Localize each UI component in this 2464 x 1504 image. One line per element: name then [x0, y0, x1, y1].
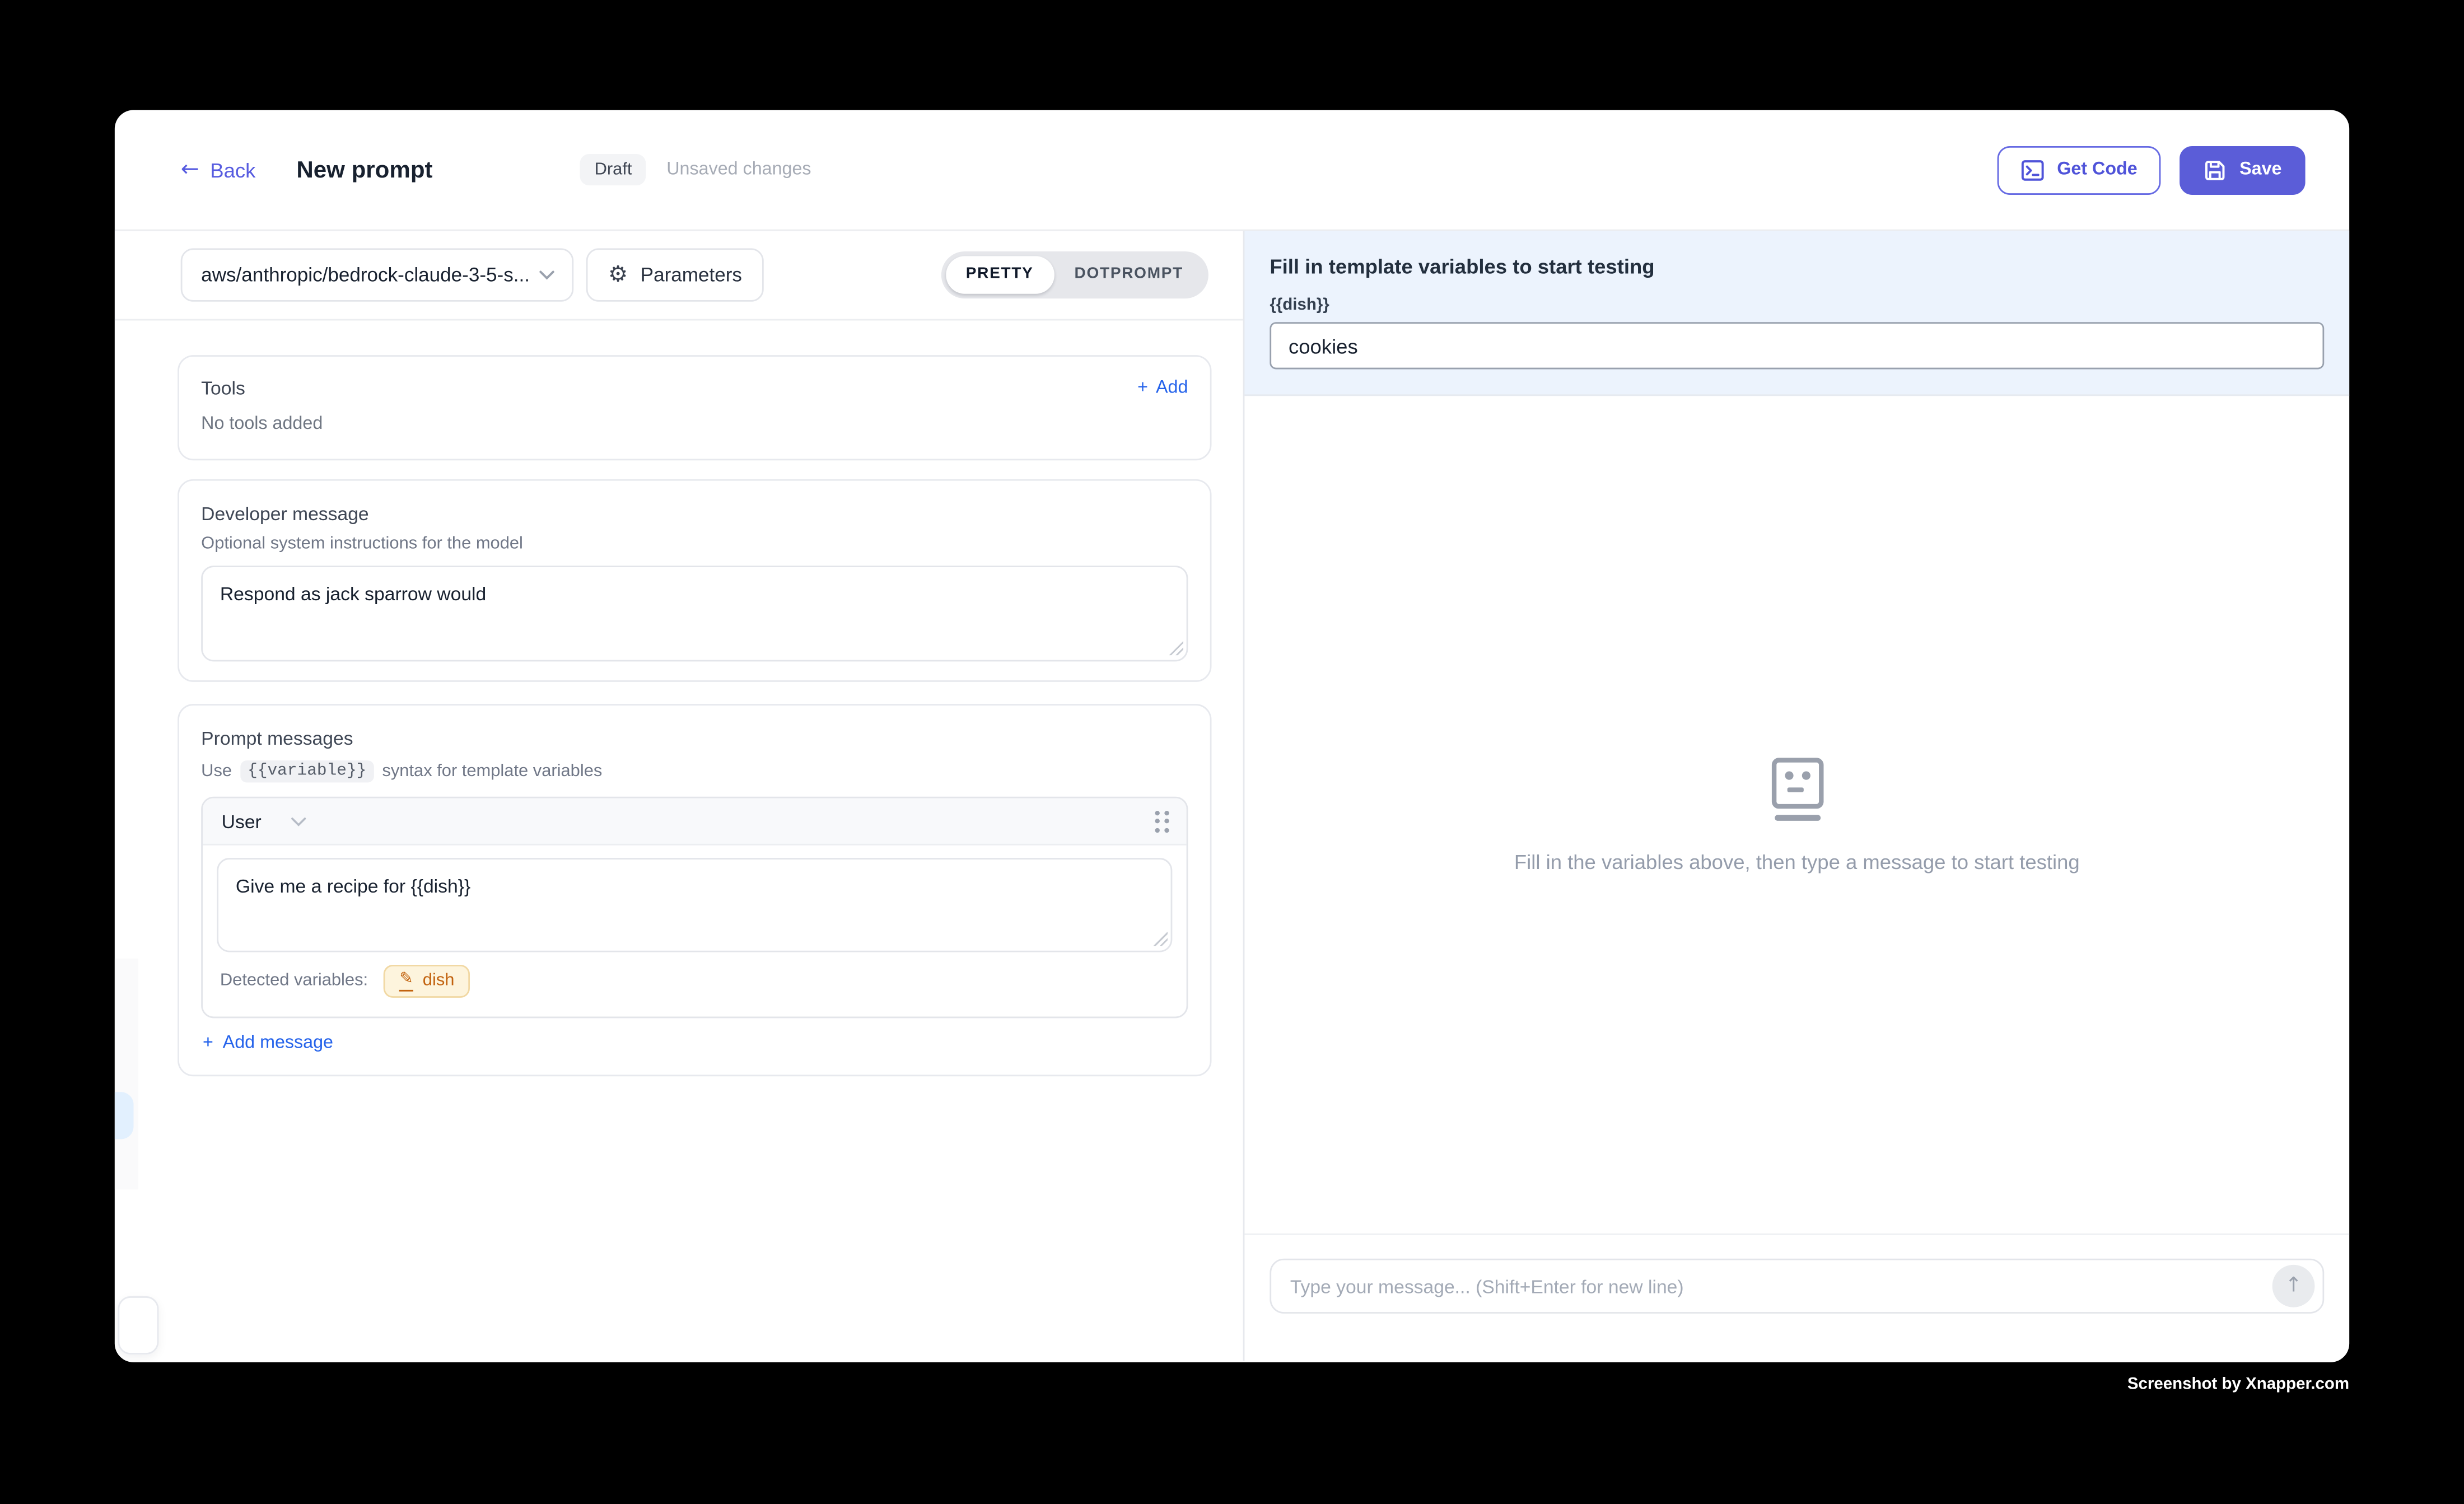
robot-face-icon [1770, 756, 1823, 823]
save-icon [2204, 158, 2227, 181]
composer: ↑ [1244, 1234, 2349, 1361]
add-tool-button[interactable]: + Add [1137, 379, 1188, 398]
template-syntax-hint: Use {{variable}} syntax for template var… [201, 760, 1188, 782]
tools-card: Tools + Add No tools added [178, 355, 1211, 460]
hint-suffix: syntax for template variables [382, 762, 602, 781]
get-code-button[interactable]: Get Code [1998, 146, 2161, 194]
status-badge: Draft [580, 154, 646, 185]
watermark: Screenshot by Xnapper.com [0, 1375, 2349, 1394]
prompt-messages-card: Prompt messages Use {{variable}} syntax … [178, 704, 1211, 1076]
developer-message-title: Developer message [201, 503, 1188, 525]
save-label: Save [2239, 160, 2281, 179]
resize-handle-icon[interactable] [1154, 932, 1168, 946]
variable-syntax-chip: {{variable}} [240, 760, 374, 782]
developer-message-wrapper: Respond as jack sparrow would [201, 566, 1188, 661]
unsaved-changes-label: Unsaved changes [666, 160, 811, 179]
message-header: User [203, 798, 1187, 846]
toggle-dotprompt[interactable]: DOTPROMPT [1054, 256, 1203, 293]
message-body: Give me a recipe for {{dish}} Detected v… [203, 846, 1187, 1016]
test-panel-title: Fill in template variables to start test… [1270, 255, 2324, 278]
detected-variables-label: Detected variables: [220, 971, 368, 991]
back-arrow-icon: ← [181, 157, 199, 183]
tools-card-header: Tools + Add [201, 377, 1188, 399]
detected-variables-row: Detected variables: ✎ dish [220, 965, 1169, 997]
drag-handle-icon[interactable] [1155, 810, 1169, 832]
developer-message-card: Developer message Optional system instru… [178, 479, 1211, 682]
message-textarea[interactable]: Give me a recipe for {{dish}} [217, 858, 1172, 952]
app-window: ← Back New prompt Draft Unsaved changes … [115, 110, 2349, 1362]
message-role-select[interactable]: User [222, 810, 262, 832]
message-block: User Give me a recipe for {{dish}} [201, 797, 1188, 1017]
parameters-button[interactable]: ⚙ Parameters [586, 248, 764, 301]
variable-chip-dish[interactable]: ✎ dish [384, 965, 470, 997]
sidebar-selected-item[interactable] [115, 1092, 134, 1139]
model-select-value: aws/anthropic/bedrock-claude-3-5-s... [201, 264, 539, 286]
add-tool-label: Add [1156, 379, 1188, 398]
back-button[interactable]: ← Back [181, 157, 256, 183]
save-button[interactable]: Save [2180, 146, 2305, 194]
model-select[interactable]: aws/anthropic/bedrock-claude-3-5-s... [181, 248, 574, 301]
add-message-label: Add message [223, 1033, 333, 1052]
prompt-editor-pane: aws/anthropic/bedrock-claude-3-5-s... ⚙ … [115, 231, 1245, 1361]
get-code-label: Get Code [2057, 160, 2137, 179]
add-message-button[interactable]: + Add message [203, 1033, 1188, 1052]
back-label: Back [210, 158, 255, 181]
editor-content: Tools + Add No tools added Developer mes… [115, 320, 1243, 1075]
gear-icon: ⚙ [608, 263, 628, 288]
editor-toolbar: aws/anthropic/bedrock-claude-3-5-s... ⚙ … [115, 231, 1243, 320]
screenshot-canvas: ← Back New prompt Draft Unsaved changes … [0, 0, 2464, 1503]
plus-icon: + [1137, 379, 1148, 398]
empty-state-text: Fill in the variables above, then type a… [1514, 849, 2080, 873]
chevron-down-icon[interactable] [291, 816, 307, 826]
toggle-pretty[interactable]: PRETTY [945, 256, 1054, 293]
header-actions: Get Code Save [1998, 146, 2306, 194]
edit-icon: ✎ [399, 971, 413, 991]
chevron-down-icon [539, 270, 554, 280]
prompt-messages-title: Prompt messages [201, 727, 1188, 749]
developer-message-textarea[interactable]: Respond as jack sparrow would [201, 566, 1188, 661]
variable-value-input[interactable] [1270, 322, 2324, 369]
page-title: New prompt [296, 156, 432, 183]
body: aws/anthropic/bedrock-claude-3-5-s... ⚙ … [115, 231, 2349, 1361]
tools-title: Tools [201, 377, 245, 399]
arrow-up-icon: ↑ [2285, 1274, 2302, 1298]
plus-icon: + [203, 1033, 213, 1052]
composer-box: ↑ [1270, 1259, 2324, 1314]
terminal-icon [2021, 158, 2045, 181]
test-pane: Fill in template variables to start test… [1244, 231, 2349, 1361]
message-textarea-wrapper: Give me a recipe for {{dish}} [217, 858, 1172, 952]
header: ← Back New prompt Draft Unsaved changes … [115, 110, 2349, 231]
resize-handle-icon[interactable] [1169, 641, 1183, 655]
tools-empty-text: No tools added [201, 415, 1188, 434]
variable-chip-label: dish [423, 971, 455, 991]
variable-name-label: {{dish}} [1270, 296, 2324, 315]
sidebar-sliver [115, 959, 138, 1189]
view-mode-toggle: PRETTY DOTPROMPT [941, 251, 1208, 298]
test-variables-header: Fill in template variables to start test… [1244, 231, 2349, 396]
chat-message-input[interactable] [1290, 1275, 2272, 1297]
send-button[interactable]: ↑ [2272, 1265, 2315, 1307]
developer-message-subtitle: Optional system instructions for the mod… [201, 534, 1188, 553]
parameters-label: Parameters [641, 264, 742, 286]
hint-prefix: Use [201, 762, 232, 781]
test-empty-state: Fill in the variables above, then type a… [1244, 396, 2349, 1234]
corner-panel [118, 1296, 158, 1354]
